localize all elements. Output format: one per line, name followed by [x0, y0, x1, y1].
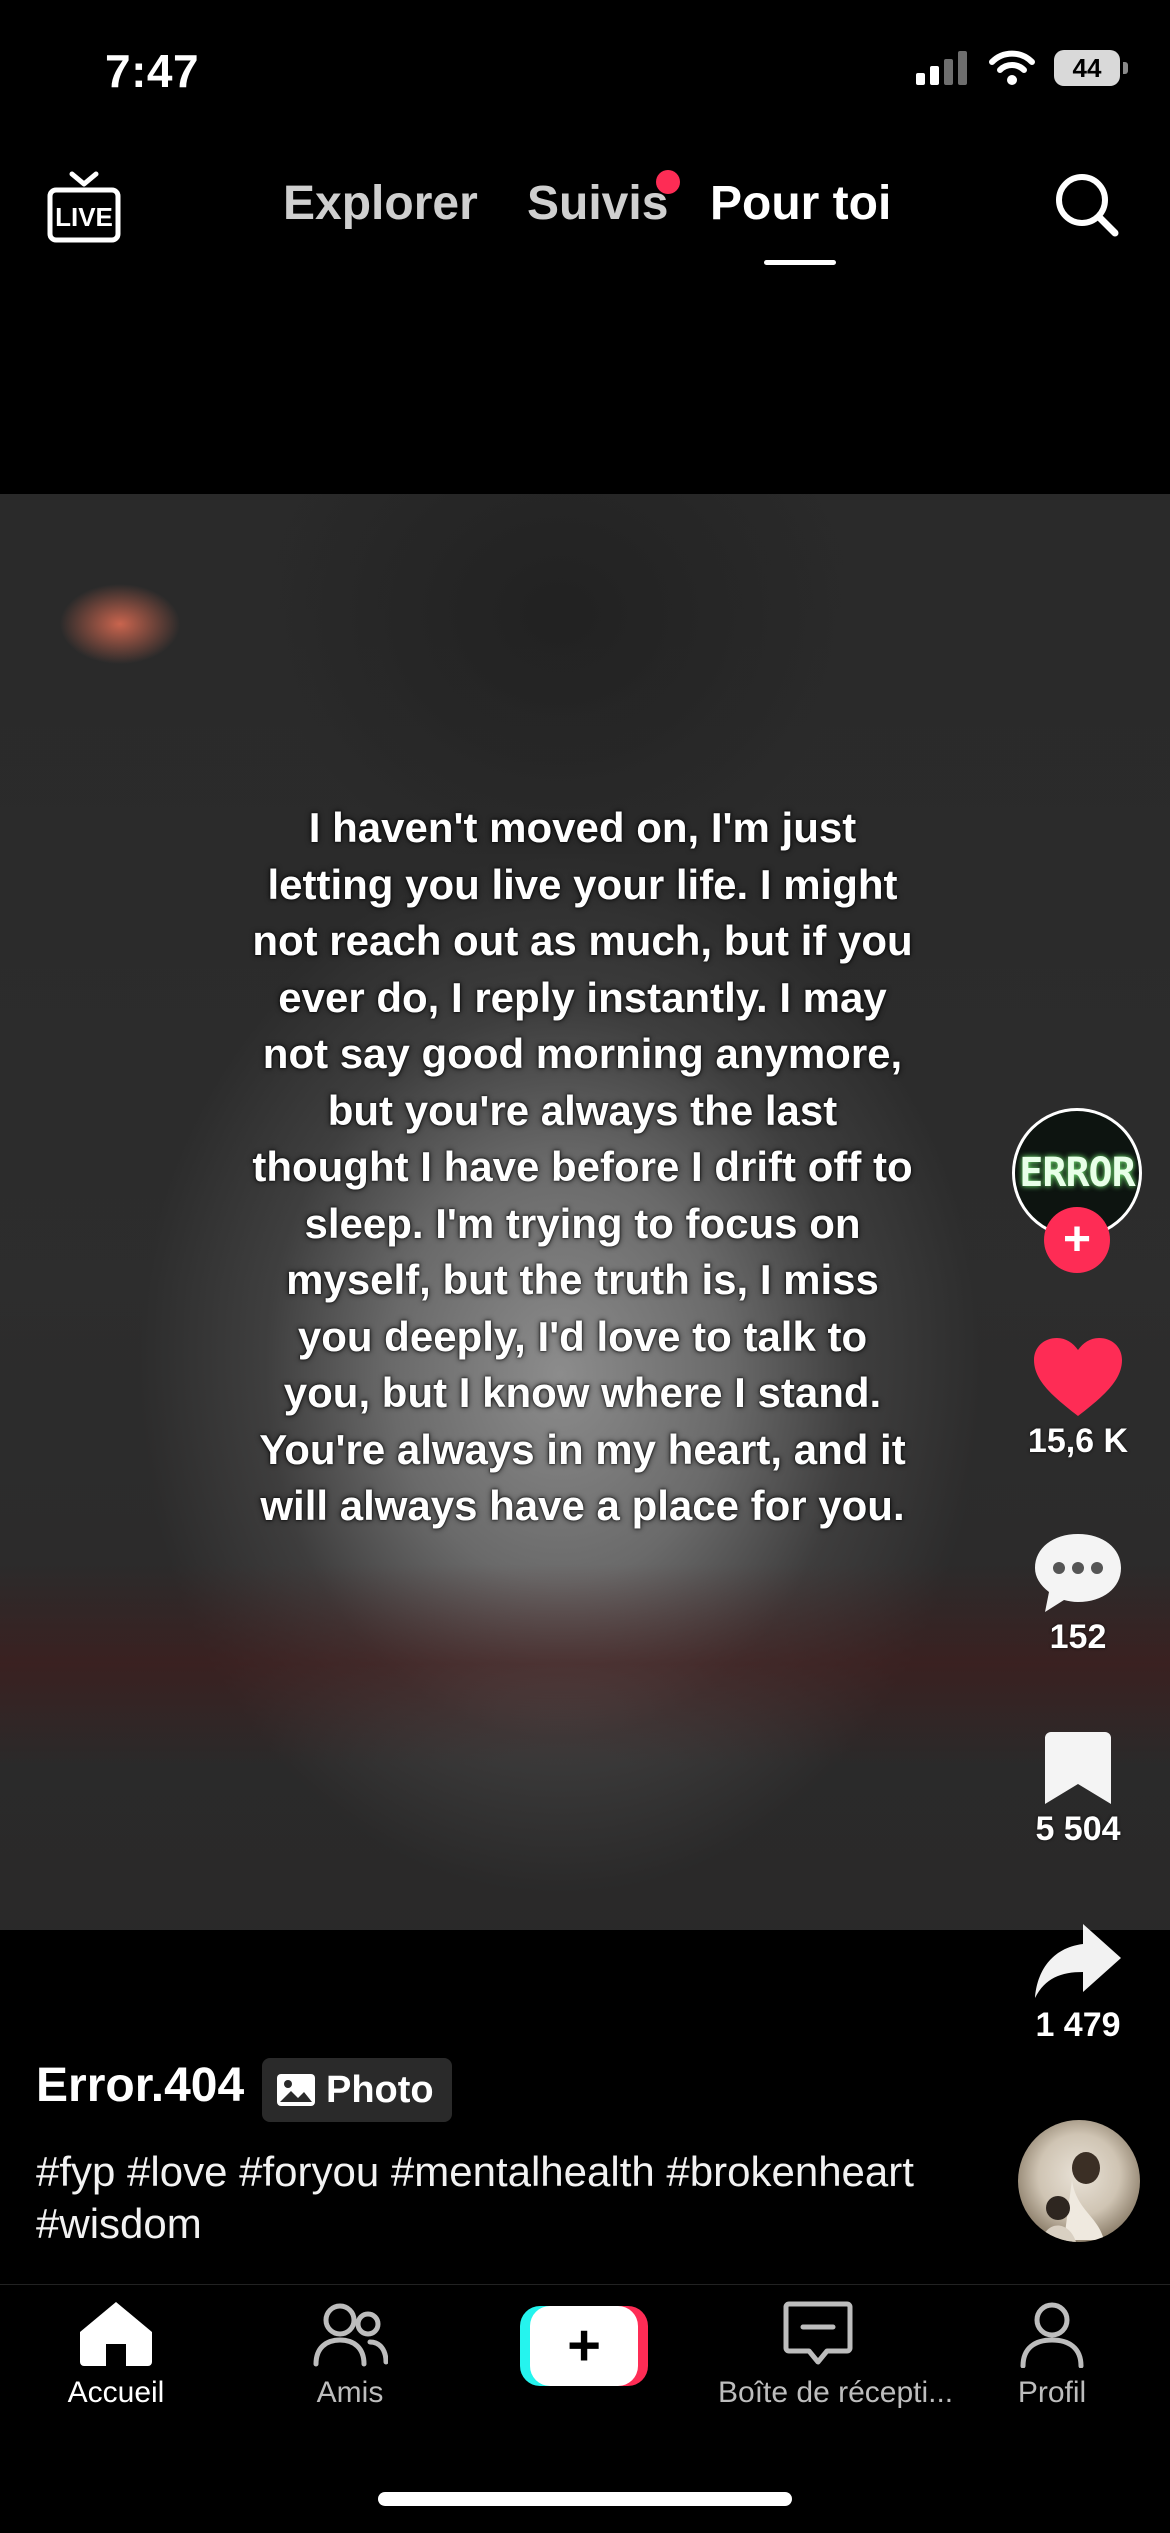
plus-icon: + [1062, 1213, 1092, 1266]
photo-badge: Photo [262, 2058, 452, 2122]
status-time: 7:47 [105, 45, 200, 97]
share-button[interactable]: 1 479 [1010, 1922, 1146, 2045]
bookmark-icon [1045, 1732, 1111, 1804]
share-count: 1 479 [1035, 2006, 1121, 2044]
nav-profile[interactable]: Profil [952, 2300, 1152, 2410]
nav-inbox[interactable]: Boîte de récepti... [718, 2300, 954, 2410]
nav-inbox-label: Boîte de récepti... [718, 2376, 954, 2409]
heart-icon [1034, 1338, 1122, 1416]
search-button[interactable] [1052, 170, 1122, 240]
feed-tabs: Explorer Suivis Pour toi [0, 170, 1170, 266]
tab-pour-toi[interactable]: Pour toi [710, 176, 891, 231]
author-username[interactable]: Error.404 [36, 2058, 244, 2113]
home-icon [80, 2302, 152, 2366]
comment-count: 152 [1049, 1618, 1107, 1656]
image-icon [277, 2074, 315, 2106]
home-indicator[interactable] [378, 2492, 792, 2506]
sound-disc[interactable] [1018, 2120, 1140, 2242]
plus-icon: + [530, 2306, 638, 2386]
battery-icon: 44 [1054, 50, 1128, 86]
signal-icon [916, 51, 967, 85]
post-quote-text: I haven't moved on, I'm just letting you… [252, 804, 913, 1529]
nav-home-label: Accueil [67, 2376, 165, 2409]
like-count: 15,6 K [1027, 1422, 1129, 1460]
status-icons: 44 [916, 50, 1128, 86]
create-button[interactable]: + [520, 2306, 648, 2386]
inbox-icon [783, 2301, 853, 2365]
friends-icon [313, 2303, 388, 2367]
nav-home[interactable]: Accueil [16, 2300, 216, 2410]
like-button[interactable]: 15,6 K [1010, 1336, 1146, 1461]
tab-suivis[interactable]: Suivis [527, 176, 668, 231]
profile-icon [1020, 2302, 1084, 2368]
follow-button[interactable]: + [1044, 1207, 1110, 1273]
nav-friends[interactable]: Amis [250, 2300, 450, 2410]
comment-icon [1035, 1534, 1121, 1612]
nav-friends-label: Amis [316, 2376, 384, 2409]
post-hashtags[interactable]: #fyp #love #foryou #mentalhealth #broken… [36, 2146, 996, 2250]
nav-profile-label: Profil [1017, 2376, 1087, 2409]
media-band [0, 1564, 1170, 1764]
wifi-icon [989, 50, 1035, 85]
active-tab-indicator [764, 260, 836, 265]
share-arrow-icon [1035, 1924, 1121, 1998]
search-icon [1056, 174, 1119, 237]
sound-cover-image [1042, 2152, 1104, 2242]
notification-dot [656, 170, 680, 194]
battery-level: 44 [1072, 52, 1102, 83]
save-button[interactable]: 5 504 [1010, 1730, 1146, 1849]
tab-explorer[interactable]: Explorer [283, 176, 478, 231]
avatar-text: ERROR [1019, 1150, 1135, 1196]
save-count: 5 504 [1035, 1810, 1121, 1848]
comment-button[interactable]: 152 [1010, 1530, 1146, 1657]
photo-badge-label: Photo [326, 2068, 434, 2111]
